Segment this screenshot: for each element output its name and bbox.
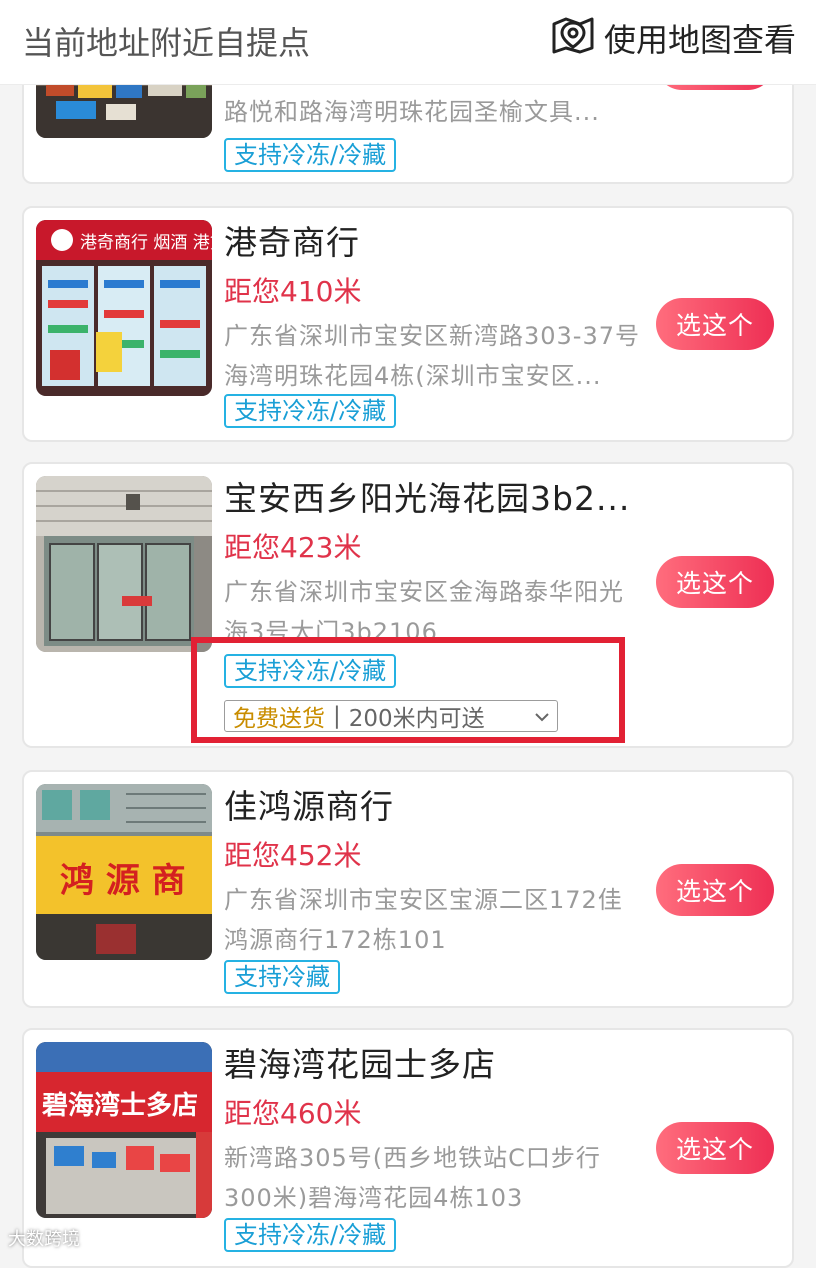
store-address-5: 新湾路305号(西乡地铁站C口步行300米)碧海湾花园4栋103 [224,1144,601,1212]
view-on-map-button[interactable]: 使用地图查看 [550,16,796,60]
select-button-5[interactable]: 选这个 [656,1122,774,1174]
highlight-annotation-box [191,637,625,743]
store-address-4: 广东省深圳市宝安区宝源二区172佳鸿源商行172栋101 [224,886,623,954]
store-tag-4: 支持冷藏 [224,960,340,994]
store-photo-5: 碧海湾士多店 [36,1042,212,1218]
page-title: 当前地址附近自提点 [22,24,311,62]
view-on-map-label: 使用地图查看 [603,21,796,59]
pickup-store-list: 路悦和路海湾明珠花园圣榆文具... 支持冷冻/冷藏 港奇商行 烟酒 港货 [0,0,816,1268]
store-distance-2: 距您410米 [224,275,362,308]
store-photo-2: 港奇商行 烟酒 港货 [36,220,212,396]
store-distance-4: 距您452米 [224,839,362,872]
store-tag-1: 支持冷冻/冷藏 [224,138,397,172]
store-photo-4-sign: 鸿 源 商 [60,861,186,901]
watermark: 大数跨境 [8,1229,80,1250]
store-card-2[interactable]: 港奇商行 烟酒 港货 [22,206,794,442]
page-header: 当前地址附近自提点 使用地图查看 [0,0,816,85]
store-distance-3: 距您423米 [224,531,362,564]
store-tag-5: 支持冷冻/冷藏 [224,1218,397,1252]
store-name-3: 宝安西乡阳光海花园3b2... [224,479,631,518]
store-name-4: 佳鸿源商行 [224,787,394,826]
store-distance-5: 距您460米 [224,1097,362,1130]
store-photo-5-sign: 碧海湾士多店 [41,1090,198,1121]
map-pin-icon [550,14,596,62]
store-photo-2-sign: 港奇商行 烟酒 港货 [80,233,212,253]
select-button-4[interactable]: 选这个 [656,864,774,916]
store-name-5: 碧海湾花园士多店 [224,1045,496,1084]
store-photo-3 [36,476,212,652]
store-name-2: 港奇商行 [224,223,360,262]
store-card-4[interactable]: 鸿 源 商 佳鸿源商行 距您452米 广东省深圳市宝安区宝源二区172佳鸿源商行… [22,770,794,1008]
store-address-2: 广东省深圳市宝安区新湾路303-37号海湾明珠花园4栋(深圳市宝安区... [224,322,641,390]
store-card-5[interactable]: 碧海湾士多店 碧海湾花园士多店 距您460米 新湾路305号(西乡地铁站C口步行… [22,1028,794,1268]
store-photo-4: 鸿 源 商 [36,784,212,960]
store-address-1: 路悦和路海湾明珠花园圣榆文具... [224,98,600,126]
select-button-3[interactable]: 选这个 [656,556,774,608]
store-tag-2: 支持冷冻/冷藏 [224,394,397,428]
select-button-2[interactable]: 选这个 [656,298,774,350]
